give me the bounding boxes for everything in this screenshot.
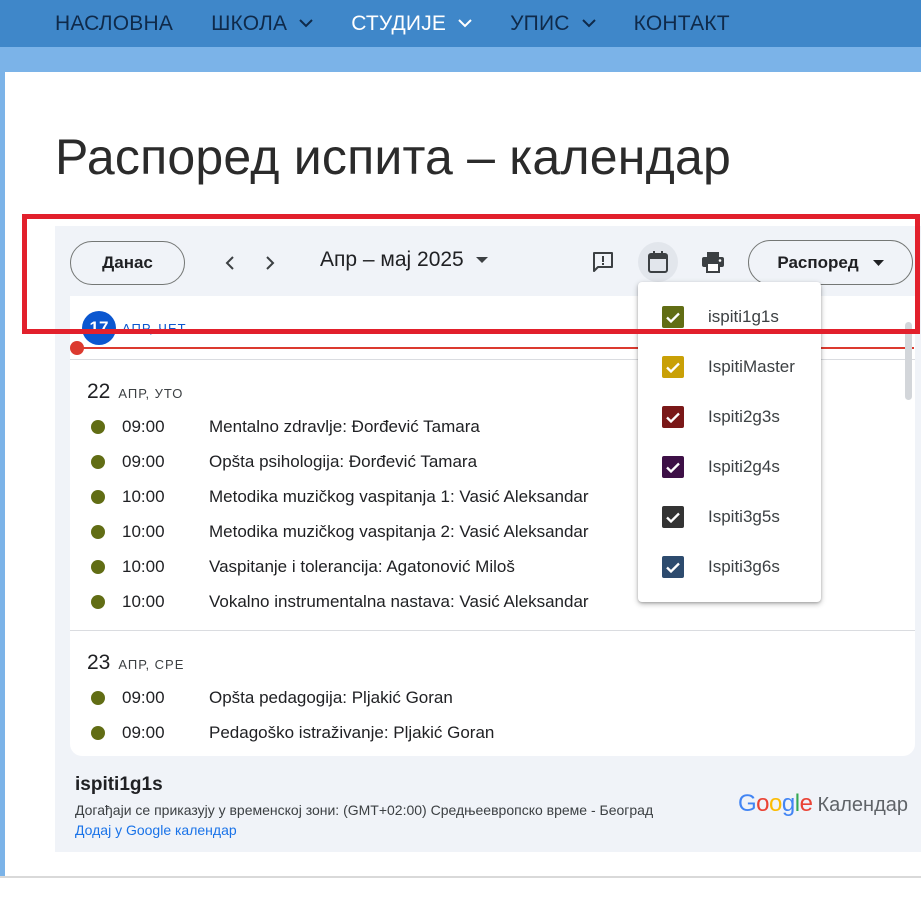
event-time: 10:00 [122, 487, 165, 506]
event-time: 09:00 [122, 417, 165, 436]
event-color-dot [91, 560, 105, 574]
event-color-dot [91, 525, 105, 539]
event-title: Metodika muzičkog vaspitanja 2: Vasić Al… [209, 522, 589, 541]
day-separator [70, 630, 915, 631]
event-color-dot [91, 691, 105, 705]
event-title: Opšta pedagogija: Pljakić Goran [209, 688, 453, 707]
nav-item-label: КОНТАКТ [633, 11, 730, 35]
nav-item-label: ШКОЛА [211, 11, 288, 35]
event-time: 09:00 [122, 688, 165, 707]
day-label: АПР, УТО [118, 386, 184, 401]
event-color-dot [91, 595, 105, 609]
nav-item-label: СТУДИЈЕ [351, 11, 447, 35]
calendar-toggle-ispiti2g4s[interactable]: Ispiti2g4s [638, 442, 821, 492]
calendar-toggle-label: Ispiti3g6s [708, 557, 780, 576]
event-title: Pedagoško istraživanje: Pljakić Goran [209, 723, 495, 742]
event-color-dot [91, 490, 105, 504]
event-color-dot [91, 726, 105, 740]
day-header: 22 АПР, УТО [87, 380, 183, 404]
event-time: 09:00 [122, 452, 165, 471]
event-title: Opšta psihologija: Đorđević Tamara [209, 452, 478, 471]
calendar-toggle-ispitimaster[interactable]: IspitiMaster [638, 342, 821, 392]
checkbox-checked-icon[interactable] [662, 506, 684, 528]
calendar-name: ispiti1g1s [75, 774, 163, 795]
event-title: Mentalno zdravlje: Đorđević Tamara [209, 417, 480, 436]
event-title: Vokalno instrumentalna nastava: Vasić Al… [209, 592, 589, 611]
calendar-toggle-ispiti3g6s[interactable]: Ispiti3g6s [638, 542, 821, 592]
nav-item-studies[interactable]: СТУДИЈЕ [351, 12, 472, 36]
checkbox-checked-icon[interactable] [662, 556, 684, 578]
day-number[interactable]: 23 [87, 651, 110, 675]
event-title: Metodika muzičkog vaspitanja 1: Vasić Al… [209, 487, 589, 506]
timezone-note: Догађаји се приказују у временској зони:… [75, 802, 654, 818]
chevron-down-icon [458, 19, 472, 28]
calendar-toggle-ispiti3g5s[interactable]: Ispiti3g5s [638, 492, 821, 542]
page-title: Распоред испита – календар [55, 129, 732, 185]
nav-item-contact[interactable]: КОНТАКТ [634, 12, 730, 36]
checkbox-checked-icon[interactable] [662, 406, 684, 428]
calendar-toggle-label: Ispiti2g4s [708, 457, 780, 476]
calendar-toggle-label: Ispiti3g5s [708, 507, 780, 526]
event-color-dot [91, 455, 105, 469]
google-logo: Google [738, 790, 813, 817]
chevron-down-icon [581, 19, 596, 28]
day-label: АПР, СРЕ [118, 657, 185, 672]
add-to-google-calendar-link[interactable]: Додај у Google календар [75, 822, 237, 838]
event-row[interactable]: 09:00 Opšta pedagogija: Pljakić Goran [70, 683, 915, 713]
event-time: 10:00 [122, 592, 165, 611]
calendar-toggle-label: IspitiMaster [708, 357, 795, 376]
calendar-wordmark: Календар [817, 794, 908, 816]
top-navigation: НАСЛОВНА ШКОЛА СТУДИЈЕ УПИС КОНТАКТ [0, 0, 921, 47]
sub-navigation-bar [0, 47, 921, 72]
calendar-toggle-label: Ispiti2g3s [708, 407, 780, 426]
left-border [0, 72, 5, 878]
google-calendar-logo[interactable]: Google Календар [738, 790, 908, 818]
nav-item-home[interactable]: НАСЛОВНА [55, 12, 173, 36]
highlight-box [22, 214, 920, 334]
day-header: 23 АПР, СРЕ [87, 651, 184, 675]
nav-item-enrollment[interactable]: УПИС [510, 12, 596, 36]
checkbox-checked-icon[interactable] [662, 356, 684, 378]
event-row[interactable]: 09:00 Pedagoško istraživanje: Pljakić Gor… [70, 718, 915, 748]
event-time: 10:00 [122, 557, 165, 576]
event-title: Vaspitanje i tolerancija: Agatonović Mil… [209, 557, 515, 576]
event-time: 09:00 [122, 723, 165, 742]
nav-item-label: УПИС [510, 11, 570, 35]
current-time-dot [70, 341, 84, 355]
day-number[interactable]: 22 [87, 380, 110, 404]
checkbox-checked-icon[interactable] [662, 456, 684, 478]
nav-item-label: НАСЛОВНА [55, 11, 174, 35]
event-time: 10:00 [122, 522, 165, 541]
nav-item-school[interactable]: ШКОЛА [211, 12, 313, 36]
bottom-divider [0, 876, 921, 878]
event-color-dot [91, 420, 105, 434]
calendar-toggle-ispiti2g3s[interactable]: Ispiti2g3s [638, 392, 821, 442]
chevron-down-icon [299, 19, 313, 28]
